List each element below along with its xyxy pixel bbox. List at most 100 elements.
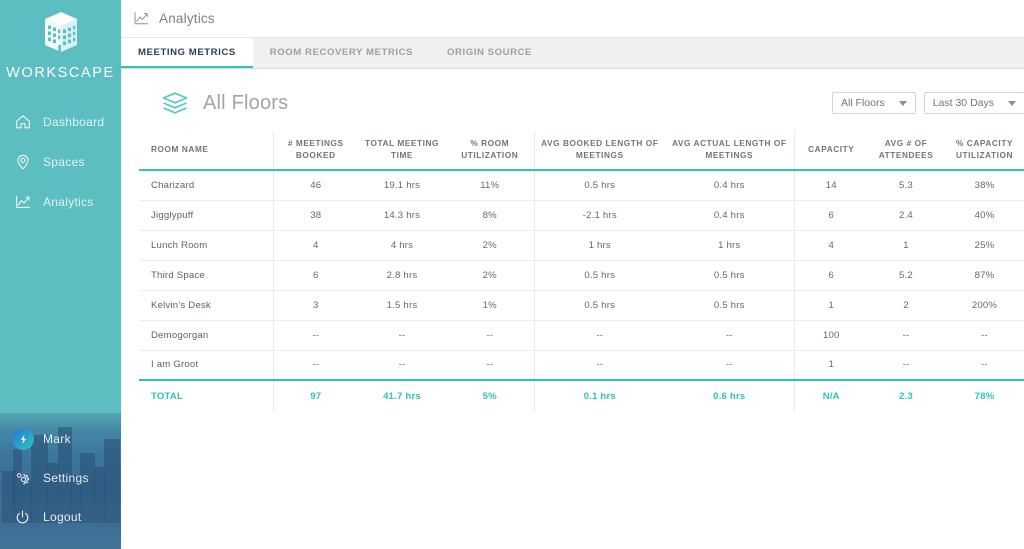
main-area: Analytics MEETING METRICS ROOM RECOVERY …: [121, 0, 1024, 549]
tab-label: ROOM RECOVERY METRICS: [269, 46, 414, 58]
cell-meetings-booked: 6: [272, 260, 358, 291]
sidebar-item-analytics[interactable]: Analytics: [0, 187, 121, 217]
cell-avg-booked-length: 0.5 hrs: [533, 290, 665, 321]
cell-meetings-booked: 3: [272, 290, 358, 321]
app-root: WORKSCAPE Dashboard Spaces Analytics Mar…: [0, 0, 1024, 549]
table-row[interactable]: Lunch Room 4 4 hrs 2% 1 hrs 1 hrs 4 1 25…: [139, 230, 1024, 261]
cell-total-room-utilization: 5%: [482, 390, 497, 402]
cell-room-utilization: --: [446, 320, 534, 351]
cell-avg-actual-length: 0.4 hrs: [665, 200, 794, 231]
sidebar-item-label: Analytics: [43, 195, 94, 209]
cell-total-capacity: N/A: [793, 380, 868, 412]
cell-room-utilization: 2%: [446, 230, 534, 261]
cell-capacity: 1: [793, 290, 868, 321]
brand-block[interactable]: WORKSCAPE: [0, 0, 121, 81]
table-header-row: ROOM NAME # MEETINGS BOOKED TOTAL MEETIN…: [139, 131, 1024, 172]
column-header-room-name[interactable]: ROOM NAME: [139, 131, 273, 172]
table-row[interactable]: Kelvin's Desk 3 1.5 hrs 1% 0.5 hrs 0.5 h…: [139, 290, 1024, 321]
cell-avg-attendees: 1: [868, 230, 944, 261]
table-row[interactable]: Third Space 6 2.8 hrs 2% 0.5 hrs 0.5 hrs…: [139, 260, 1024, 291]
cell-capacity-utilization: 200%: [944, 290, 1024, 321]
sidebar-item-label: Mark: [43, 432, 71, 446]
layers-icon: [160, 90, 190, 116]
cell-capacity: 100: [793, 320, 868, 351]
brand-name: WORKSCAPE: [6, 65, 115, 81]
cell-avg-actual-length: --: [665, 350, 794, 382]
sidebar-item-user[interactable]: Mark: [0, 424, 121, 454]
cell-avg-booked-length: 1 hrs: [533, 230, 665, 261]
tab-meeting-metrics[interactable]: MEETING METRICS: [121, 38, 253, 68]
cell-room-utilization: --: [446, 350, 534, 382]
cell-avg-booked-length: -2.1 hrs: [533, 200, 665, 231]
filters: All Floors Last 30 Days: [831, 92, 1024, 114]
cell-avg-attendees: 5.3: [868, 170, 944, 201]
gear-icon: [13, 469, 32, 488]
cell-total-meeting-time: 14.3 hrs: [358, 200, 446, 231]
metrics-table-wrapper: ROOM NAME # MEETINGS BOOKED TOTAL MEETIN…: [132, 131, 1024, 412]
cell-meetings-booked: 46: [272, 170, 358, 201]
cell-capacity-utilization: 87%: [944, 260, 1024, 291]
cell-total-avg-booked-length: 0.1 hrs: [533, 380, 665, 412]
cell-total-meeting-time: 1.5 hrs: [358, 290, 446, 321]
cell-capacity: 14: [793, 170, 868, 201]
cell-capacity-utilization: 25%: [944, 230, 1024, 261]
table-row[interactable]: I am Groot -- -- -- -- -- 1 -- --: [139, 350, 1024, 382]
floor-filter-dropdown[interactable]: All Floors: [831, 92, 916, 114]
column-header-total-meeting-time[interactable]: TOTAL MEETING TIME: [358, 131, 446, 172]
cell-avg-attendees: --: [868, 320, 944, 351]
sidebar-item-settings[interactable]: Settings: [0, 463, 121, 493]
sidebar-item-dashboard[interactable]: Dashboard: [0, 107, 121, 137]
table-row[interactable]: Charizard 46 19.1 hrs 11% 0.5 hrs 0.4 hr…: [139, 170, 1024, 201]
column-header-avg-booked-length[interactable]: AVG BOOKED LENGTH OF MEETINGS: [533, 131, 665, 172]
date-range-filter-dropdown[interactable]: Last 30 Days: [923, 92, 1024, 114]
cell-room-name: Demogorgan: [139, 320, 273, 351]
cell-room-name: Third Space: [139, 260, 273, 291]
map-pin-icon: [13, 153, 32, 172]
cell-total-avg-attendees: 2.3: [899, 390, 913, 402]
column-header-capacity[interactable]: CAPACITY: [793, 131, 868, 172]
sidebar-nav-primary: Dashboard Spaces Analytics: [0, 107, 121, 217]
cell-avg-booked-length: --: [533, 320, 665, 351]
cell-avg-attendees: --: [868, 350, 944, 382]
avatar-bolt-icon: [12, 428, 34, 450]
tab-label: ORIGIN SOURCE: [447, 46, 532, 58]
cell-capacity: 4: [793, 230, 868, 261]
column-header-avg-attendees[interactable]: AVG # OF ATTENDEES: [868, 131, 944, 172]
home-icon: [13, 113, 32, 132]
sidebar-item-label: Settings: [43, 471, 89, 485]
cell-room-name: Jigglypuff: [139, 200, 273, 231]
column-header-room-utilization[interactable]: % ROOM UTILIZATION: [446, 131, 534, 172]
cell-room-utilization: 8%: [446, 200, 534, 231]
tab-room-recovery-metrics[interactable]: ROOM RECOVERY METRICS: [253, 38, 430, 68]
cell-capacity: 6: [793, 200, 868, 231]
cell-capacity-utilization: --: [944, 320, 1024, 351]
cell-avg-actual-length: 0.5 hrs: [665, 260, 794, 291]
tab-origin-source[interactable]: ORIGIN SOURCE: [430, 38, 549, 68]
cell-avg-actual-length: --: [665, 320, 794, 351]
cell-room-utilization: 1%: [446, 290, 534, 321]
cell-meetings-booked: 38: [272, 200, 358, 231]
table-total-row: TOTAL 97 41.7 hrs 5% 0.1 hrs 0.6 hrs N/A…: [139, 380, 1024, 412]
column-header-meetings-booked[interactable]: # MEETINGS BOOKED: [272, 131, 358, 172]
cell-total-meeting-time: 19.1 hrs: [358, 170, 446, 201]
table-row[interactable]: Jigglypuff 38 14.3 hrs 8% -2.1 hrs 0.4 h…: [139, 200, 1024, 231]
chart-line-icon: [132, 10, 152, 28]
cell-meetings-booked: --: [272, 350, 358, 382]
cell-total-meeting-time: --: [358, 320, 446, 351]
column-header-capacity-utilization[interactable]: % CAPACITY UTILIZATION: [944, 131, 1024, 172]
cell-avg-booked-length: --: [533, 350, 665, 382]
sidebar-item-spaces[interactable]: Spaces: [0, 147, 121, 177]
cell-capacity: 1: [793, 350, 868, 382]
table-head: ROOM NAME # MEETINGS BOOKED TOTAL MEETIN…: [139, 131, 1024, 172]
cell-capacity: 6: [793, 260, 868, 291]
cell-room-name: Lunch Room: [139, 230, 273, 261]
sidebar-item-logout[interactable]: Logout: [0, 502, 121, 532]
column-header-avg-actual-length[interactable]: AVG ACTUAL LENGTH OF MEETINGS: [665, 131, 794, 172]
table-row[interactable]: Demogorgan -- -- -- -- -- 100 -- --: [139, 320, 1024, 351]
cell-capacity-utilization: 40%: [944, 200, 1024, 231]
floors-title: All Floors: [203, 91, 289, 114]
cell-avg-booked-length: 0.5 hrs: [533, 170, 665, 201]
sidebar-item-label: Spaces: [43, 155, 85, 169]
page-header: All Floors All Floors Last 30 Days: [132, 69, 1024, 131]
meeting-metrics-table: ROOM NAME # MEETINGS BOOKED TOTAL MEETIN…: [139, 131, 1024, 412]
